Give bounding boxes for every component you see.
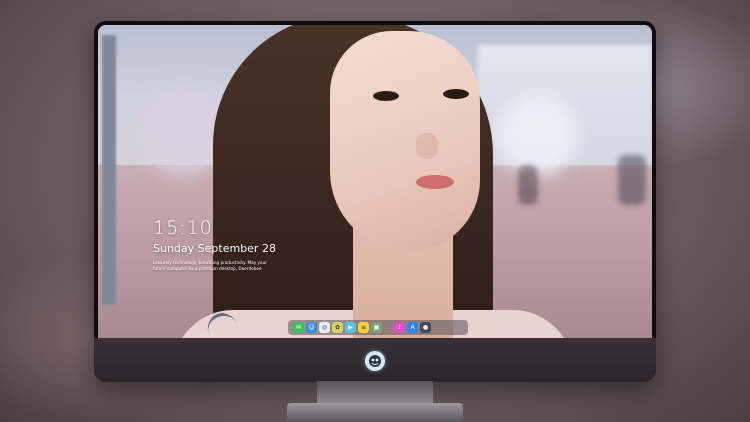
wallpaper-eye bbox=[443, 89, 469, 99]
finder-icon[interactable]: ☺ bbox=[306, 322, 317, 333]
clock-date: Sunday September 28 bbox=[153, 242, 276, 255]
safari-icon[interactable]: ◎ bbox=[319, 322, 330, 333]
dock: ✉ ☺ ◎ ✿ ▶ ≡ ▣ ♪ A ● bbox=[288, 320, 468, 335]
wallpaper-nose bbox=[416, 133, 438, 159]
wallpaper-bokeh bbox=[518, 165, 538, 205]
messages-icon[interactable]: ✉ bbox=[293, 322, 304, 333]
notes-icon[interactable]: ≡ bbox=[358, 322, 369, 333]
camera-icon[interactable]: ● bbox=[420, 322, 431, 333]
app-store-icon[interactable]: A bbox=[407, 322, 418, 333]
monitor-stand-base bbox=[287, 403, 463, 422]
music-icon[interactable]: ♪ bbox=[394, 322, 405, 333]
preview-icon[interactable]: ▣ bbox=[371, 322, 382, 333]
lock-screen[interactable]: 15:10 Sunday September 28 Leisurely tech… bbox=[98, 25, 652, 338]
wallpaper-face bbox=[330, 31, 480, 251]
brand-logo-icon bbox=[365, 351, 385, 371]
wallpaper-bokeh bbox=[498, 95, 578, 175]
wallpaper-eye bbox=[373, 91, 399, 101]
monitor-stand-neck bbox=[317, 381, 433, 403]
desktop-monitor: 15:10 Sunday September 28 Leisurely tech… bbox=[94, 21, 656, 382]
wallpaper-lips bbox=[416, 175, 454, 189]
clock-time: 15:10 bbox=[153, 217, 213, 239]
wallpaper-pole bbox=[102, 35, 116, 305]
wallpaper-bokeh bbox=[618, 155, 646, 205]
lockscreen-quote: Leisurely technology, breathing producti… bbox=[153, 260, 267, 271]
facetime-icon[interactable]: ▶ bbox=[345, 322, 356, 333]
photos-icon[interactable]: ✿ bbox=[332, 322, 343, 333]
